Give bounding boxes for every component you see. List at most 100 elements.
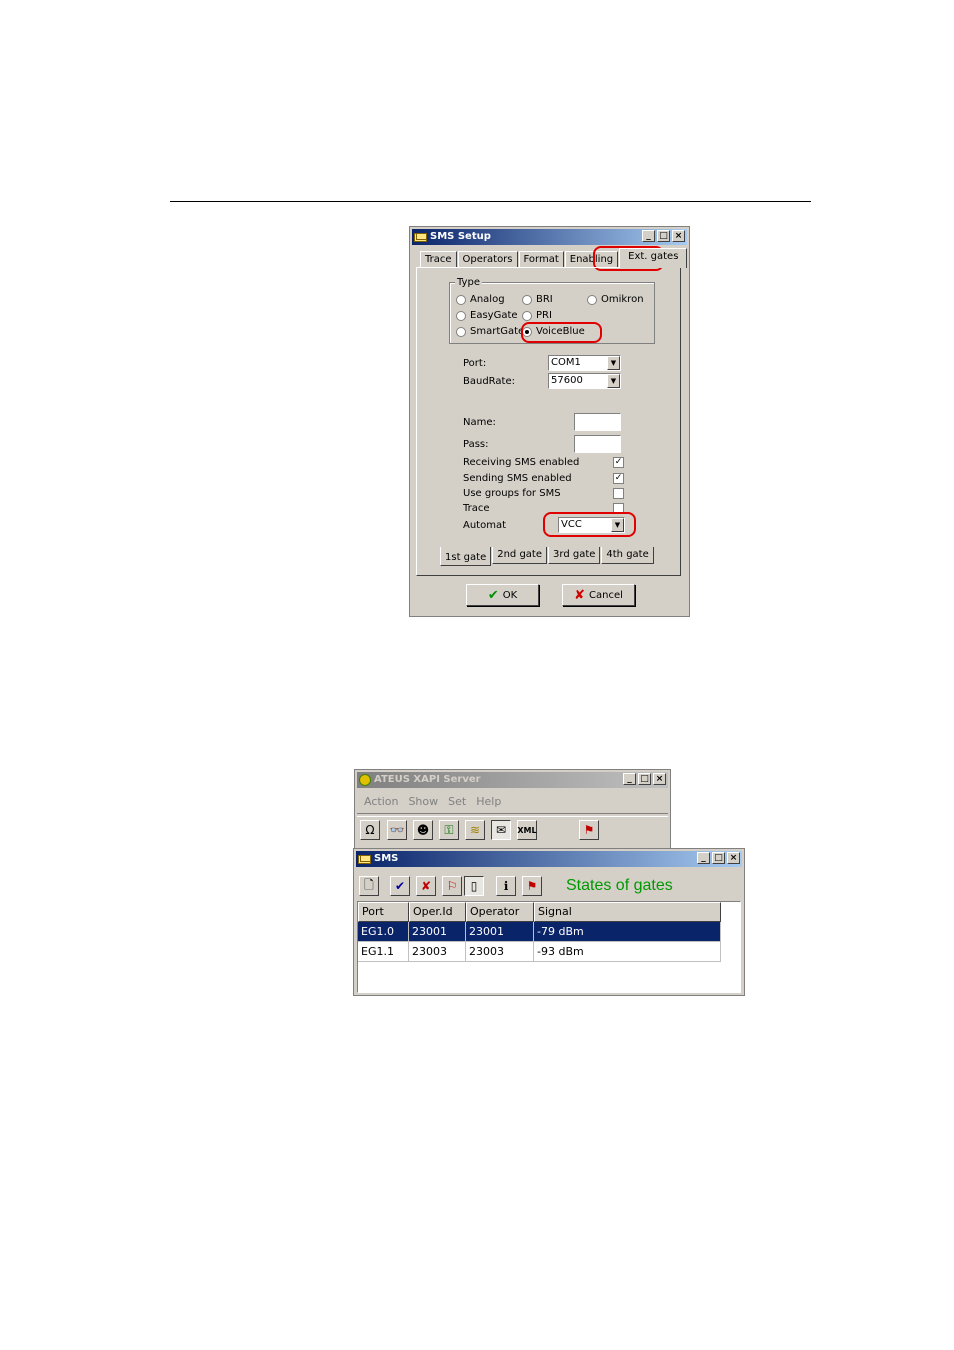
col-port[interactable]: Port — [358, 902, 409, 922]
ok-button[interactable]: ✔ OK — [466, 584, 539, 606]
database-icon[interactable]: ≋ — [465, 820, 485, 840]
pass-label: Pass: — [463, 439, 489, 450]
cell-signal: -93 dBm — [534, 942, 721, 962]
col-oper-id[interactable]: Oper.Id — [409, 902, 466, 922]
sms-setup-dialog: SMS Setup _ □ × Trace Operators Format E… — [409, 226, 690, 617]
tab-operators[interactable]: Operators — [457, 251, 518, 268]
close-button[interactable]: × — [653, 773, 666, 785]
radio-circle — [456, 327, 466, 337]
omega-icon[interactable]: Ω — [360, 820, 380, 840]
cell-port: EG1.0 — [358, 922, 409, 942]
port-label: Port: — [463, 358, 487, 369]
radio-circle — [456, 295, 466, 305]
col-signal[interactable]: Signal — [534, 902, 721, 922]
menu-set[interactable]: Set — [448, 795, 466, 808]
radio-easygate-label: EasyGate — [470, 310, 518, 321]
radio-circle — [456, 311, 466, 321]
page-rule — [170, 201, 811, 202]
maximize-button[interactable]: □ — [712, 852, 725, 864]
tab-1st-gate[interactable]: 1st gate — [440, 547, 492, 566]
menu-show[interactable]: Show — [408, 795, 438, 808]
radio-omikron[interactable]: Omikron — [587, 294, 644, 306]
tab-format[interactable]: Format — [518, 251, 564, 268]
baud-select[interactable]: 57600 ▼ — [548, 373, 621, 389]
radio-circle — [587, 295, 597, 305]
checkmark-icon: ✔ — [487, 587, 499, 603]
tab-3rd-gate[interactable]: 3rd gate — [548, 547, 601, 564]
xapi-server-window: ATEUS XAPI Server _ □ × Action Show Set … — [354, 769, 671, 849]
new-document-icon[interactable]: 🗋 — [359, 876, 379, 896]
xapi-toolbar-divider — [357, 813, 668, 817]
radio-bri[interactable]: BRI — [522, 294, 553, 306]
check-groups-label: Use groups for SMS — [463, 488, 561, 499]
cancel-button[interactable]: ✘ Cancel — [562, 584, 635, 606]
pass-field[interactable] — [574, 435, 621, 453]
sms-title: SMS — [374, 853, 399, 864]
exit-icon[interactable]: ⚑ — [522, 876, 542, 896]
cell-oper-id: 23001 — [409, 922, 466, 942]
sms-window: SMS _ □ × 🗋 ✔ ✘ ⚐ ▯ ℹ ⚑ States of gates … — [353, 848, 745, 996]
tab-2nd-gate[interactable]: 2nd gate — [492, 547, 548, 564]
states-heading: States of gates — [566, 877, 673, 894]
xapi-title: ATEUS XAPI Server — [374, 774, 481, 785]
radio-pri[interactable]: PRI — [522, 310, 552, 322]
check-envelope-icon[interactable]: ✔ — [390, 876, 410, 896]
baud-value: 57600 — [551, 375, 583, 386]
user-icon[interactable]: ☻ — [413, 820, 433, 840]
cross-icon: ✘ — [574, 587, 585, 603]
automat-highlight — [543, 512, 636, 537]
exit-icon[interactable]: ⚑ — [579, 820, 599, 840]
check-receiving[interactable]: ✓ — [613, 457, 624, 468]
envelope-icon[interactable]: ✉ — [491, 820, 511, 840]
check-sending[interactable]: ✓ — [613, 473, 624, 484]
info-icon[interactable]: ℹ — [496, 876, 516, 896]
chevron-down-icon[interactable]: ▼ — [607, 374, 620, 388]
radio-smartgate[interactable]: SmartGate — [456, 326, 524, 338]
xapi-titlebar[interactable]: ATEUS XAPI Server _ □ × — [357, 772, 668, 788]
ok-label: OK — [502, 589, 518, 601]
close-button[interactable]: × — [727, 852, 740, 864]
minimize-button[interactable]: _ — [623, 773, 636, 785]
tab-4th-gate[interactable]: 4th gate — [601, 547, 654, 564]
menu-help[interactable]: Help — [476, 795, 501, 808]
radio-circle — [522, 311, 532, 321]
chevron-down-icon[interactable]: ▼ — [607, 356, 620, 370]
col-operator[interactable]: Operator — [466, 902, 534, 922]
port-value: COM1 — [551, 357, 581, 368]
cell-operator: 23001 — [466, 922, 534, 942]
sms-titlebar[interactable]: SMS _ □ × — [356, 851, 742, 867]
flag-icon[interactable]: ⚐ — [442, 876, 462, 896]
sms-setup-titlebar[interactable]: SMS Setup _ □ × — [412, 229, 687, 245]
baud-label: BaudRate: — [463, 376, 515, 387]
glasses-icon[interactable]: 👓 — [387, 820, 407, 840]
radio-analog-label: Analog — [470, 294, 505, 305]
tab-ext-gates[interactable]: Ext. gates — [619, 248, 688, 268]
key-icon[interactable]: ⚿ — [439, 820, 459, 840]
radio-analog[interactable]: Analog — [456, 294, 505, 306]
cell-port: EG1.1 — [358, 942, 409, 962]
maximize-button[interactable]: □ — [657, 230, 670, 242]
maximize-button[interactable]: □ — [638, 773, 651, 785]
radio-circle — [522, 295, 532, 305]
check-groups[interactable] — [613, 488, 624, 499]
cell-oper-id: 23003 — [409, 942, 466, 962]
xml-icon[interactable]: XML — [517, 820, 537, 840]
cancel-label: Cancel — [589, 589, 623, 601]
tab-trace[interactable]: Trace — [420, 251, 457, 268]
port-select[interactable]: COM1 ▼ — [548, 355, 621, 371]
states-grid[interactable]: Port Oper.Id Operator Signal EG1.0 23001… — [357, 901, 741, 993]
menu-action[interactable]: Action — [364, 795, 398, 808]
setup-tabs: Trace Operators Format Enabling Ext. gat… — [420, 248, 688, 268]
radio-bri-label: BRI — [536, 294, 553, 305]
cylinder-icon[interactable]: ▯ — [464, 876, 484, 896]
cross-envelope-icon[interactable]: ✘ — [416, 876, 436, 896]
check-receiving-label: Receiving SMS enabled — [463, 457, 580, 468]
name-field[interactable] — [574, 413, 621, 431]
check-sending-label: Sending SMS enabled — [463, 473, 572, 484]
radio-easygate[interactable]: EasyGate — [456, 310, 518, 322]
close-button[interactable]: × — [672, 230, 685, 242]
minimize-button[interactable]: _ — [697, 852, 710, 864]
radio-pri-label: PRI — [536, 310, 552, 321]
minimize-button[interactable]: _ — [642, 230, 655, 242]
voiceblue-highlight — [521, 322, 602, 343]
